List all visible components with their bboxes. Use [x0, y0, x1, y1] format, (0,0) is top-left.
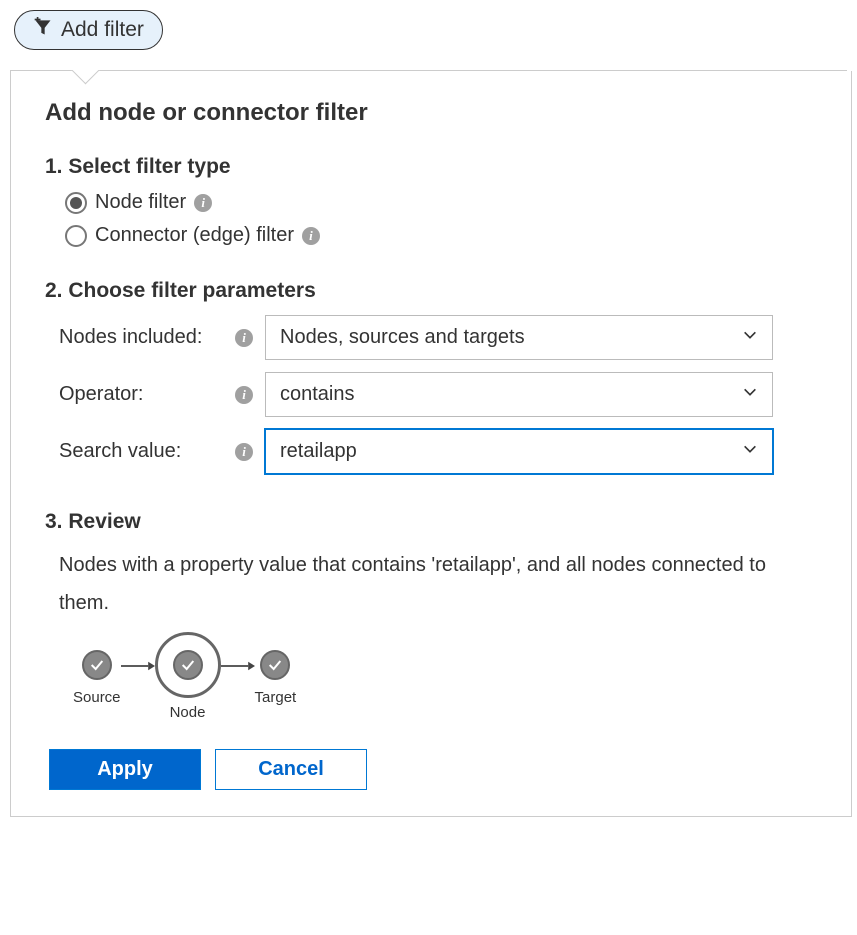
cancel-button[interactable]: Cancel [215, 749, 367, 790]
select-value: retailapp [280, 440, 357, 463]
select-value: contains [280, 383, 355, 406]
info-icon[interactable]: i [235, 443, 253, 461]
arrow-icon [121, 660, 155, 694]
node-label: Node [170, 704, 206, 721]
chevron-down-icon [742, 383, 758, 406]
panel-title: Add node or connector filter [45, 99, 817, 127]
chevron-down-icon [742, 440, 758, 463]
param-row-operator: Operator: i contains [59, 372, 817, 417]
arrow-icon [221, 660, 255, 694]
info-icon[interactable]: i [302, 227, 320, 245]
search-value-label: Search value: [59, 440, 181, 463]
radio-node-filter[interactable]: Node filter i [65, 191, 817, 214]
section3-title: 3. Review [45, 510, 817, 534]
param-row-search-value: Search value: i retailapp [59, 429, 817, 474]
panel-pointer [70, 70, 100, 88]
radio-icon [65, 192, 87, 214]
source-label: Source [73, 689, 121, 706]
param-row-nodes-included: Nodes included: i Nodes, sources and tar… [59, 315, 817, 360]
section2-title: 2. Choose filter parameters [45, 279, 817, 303]
radio-icon [65, 225, 87, 247]
funnel-icon [33, 17, 53, 43]
radio-label: Connector (edge) filter [95, 224, 294, 247]
add-filter-button[interactable]: Add filter [14, 10, 163, 50]
info-icon[interactable]: i [194, 194, 212, 212]
radio-connector-filter[interactable]: Connector (edge) filter i [65, 224, 817, 247]
nodes-included-select[interactable]: Nodes, sources and targets [265, 315, 773, 360]
source-node-icon [79, 647, 115, 683]
target-label: Target [255, 689, 297, 706]
filter-panel: Add node or connector filter 1. Select f… [10, 71, 852, 817]
target-node-icon [257, 647, 293, 683]
review-summary: Nodes with a property value that contain… [59, 546, 817, 622]
search-value-input[interactable]: retailapp [265, 429, 773, 474]
relation-diagram: Source Node [73, 632, 817, 721]
select-value: Nodes, sources and targets [280, 326, 525, 349]
info-icon[interactable]: i [235, 386, 253, 404]
add-filter-label: Add filter [61, 18, 144, 42]
radio-label: Node filter [95, 191, 186, 214]
operator-select[interactable]: contains [265, 372, 773, 417]
operator-label: Operator: [59, 383, 143, 406]
apply-button[interactable]: Apply [49, 749, 201, 790]
section1-title: 1. Select filter type [45, 155, 817, 179]
center-node-icon [155, 632, 221, 698]
info-icon[interactable]: i [235, 329, 253, 347]
nodes-included-label: Nodes included: [59, 326, 202, 349]
chevron-down-icon [742, 326, 758, 349]
